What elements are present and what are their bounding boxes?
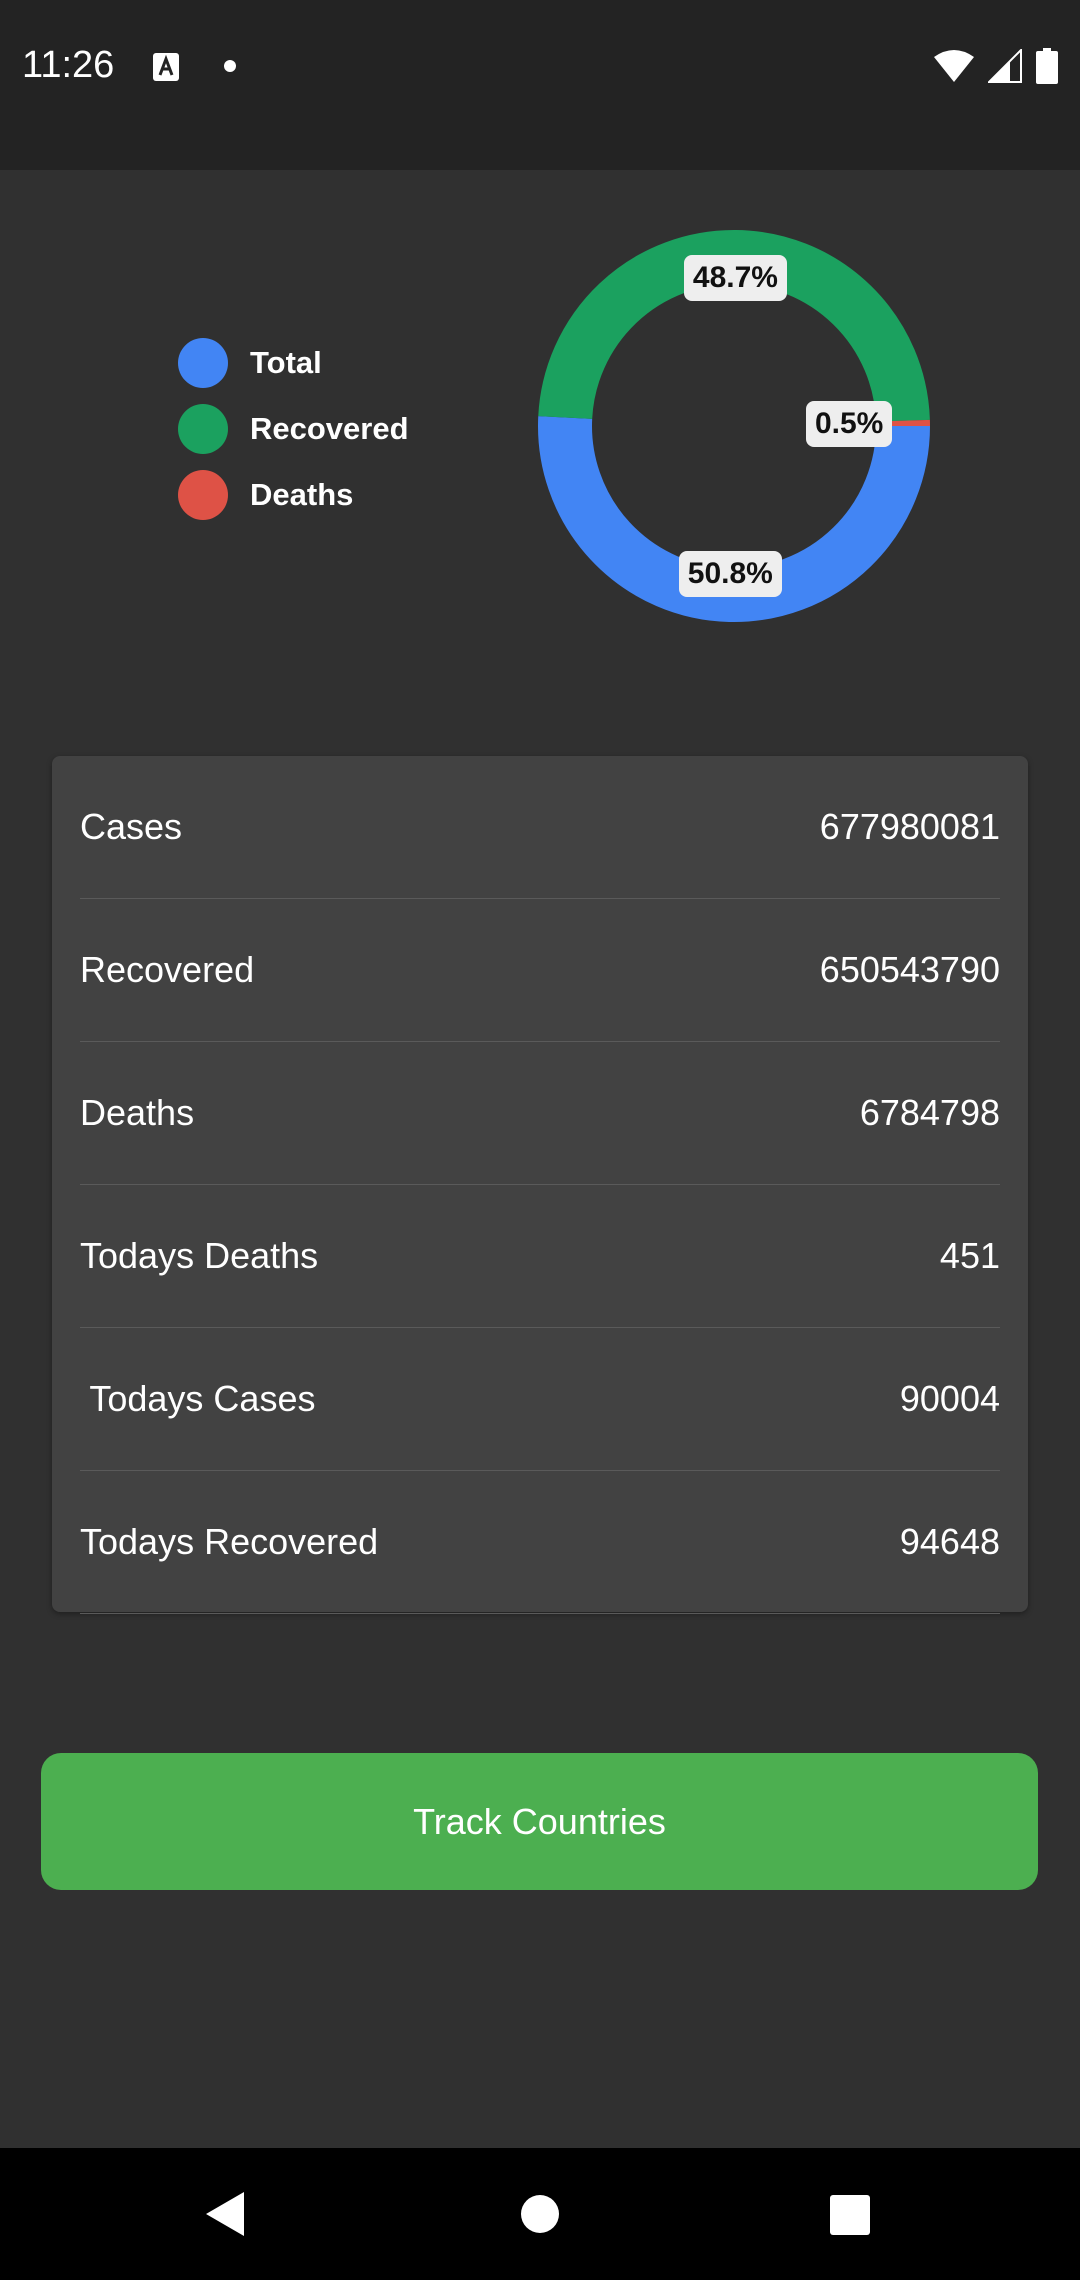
stat-row-deaths: Deaths 6784798 xyxy=(80,1042,1000,1185)
legend-swatch-recovered xyxy=(178,404,228,454)
battery-icon xyxy=(1036,48,1058,89)
stat-value: 677980081 xyxy=(819,806,1000,847)
stat-label: Todays Deaths xyxy=(80,1235,319,1276)
stat-value: 650543790 xyxy=(819,949,1000,990)
stat-row-cases: Cases 677980081 xyxy=(80,756,1000,899)
status-time: 11:26 xyxy=(22,44,115,86)
track-countries-button[interactable]: Track Countries xyxy=(41,1753,1038,1890)
stat-value: 451 xyxy=(939,1235,1000,1276)
stat-value: 94648 xyxy=(899,1521,1000,1562)
legend-swatch-total xyxy=(178,338,228,388)
wifi-icon xyxy=(934,49,974,88)
recents-icon[interactable] xyxy=(829,2194,871,2241)
legend-label-deaths: Deaths xyxy=(250,477,354,512)
main-content: Total Recovered Deaths 50.8% 48.7% 0.5% Ca… xyxy=(0,170,1080,2148)
status-bar: 11:26 xyxy=(0,0,1080,170)
label-deaths-pct: 0.5% xyxy=(805,400,893,447)
stat-row-todays-recovered: Todays Recovered 94648 xyxy=(80,1471,1000,1614)
legend-item-deaths: Deaths xyxy=(178,462,409,528)
stat-label: Todays Cases xyxy=(80,1378,316,1419)
stat-row-todays-deaths: Todays Deaths 451 xyxy=(80,1185,1000,1328)
donut-chart: 50.8% 48.7% 0.5% xyxy=(536,228,932,624)
back-icon[interactable] xyxy=(204,2190,246,2243)
label-recovered-pct: 48.7% xyxy=(683,255,787,301)
stat-value: 6784798 xyxy=(859,1092,1000,1133)
notification-dot-icon xyxy=(224,60,236,72)
home-icon[interactable] xyxy=(520,2194,560,2239)
legend-label-recovered: Recovered xyxy=(250,411,409,446)
stat-row-todays-cases: Todays Cases 90004 xyxy=(80,1328,1000,1471)
stat-label: Deaths xyxy=(80,1092,195,1133)
navigation-bar xyxy=(0,2148,1080,2280)
stat-row-recovered: Recovered 650543790 xyxy=(80,899,1000,1042)
stats-card: Cases 677980081 Recovered 650543790 Deat… xyxy=(52,756,1028,1614)
legend-swatch-deaths xyxy=(178,470,228,520)
chart-legend: Total Recovered Deaths xyxy=(178,330,409,528)
legend-label-total: Total xyxy=(250,345,322,380)
stat-value: 90004 xyxy=(899,1378,1000,1419)
cellular-signal-icon xyxy=(986,47,1022,88)
legend-item-recovered: Recovered xyxy=(178,396,409,462)
legend-item-total: Total xyxy=(178,330,409,396)
stat-label: Recovered xyxy=(80,949,255,990)
stat-label: Cases xyxy=(80,806,183,847)
label-total-pct: 50.8% xyxy=(678,550,782,597)
stat-label: Todays Recovered xyxy=(80,1521,379,1562)
app-notification-icon xyxy=(152,52,180,87)
